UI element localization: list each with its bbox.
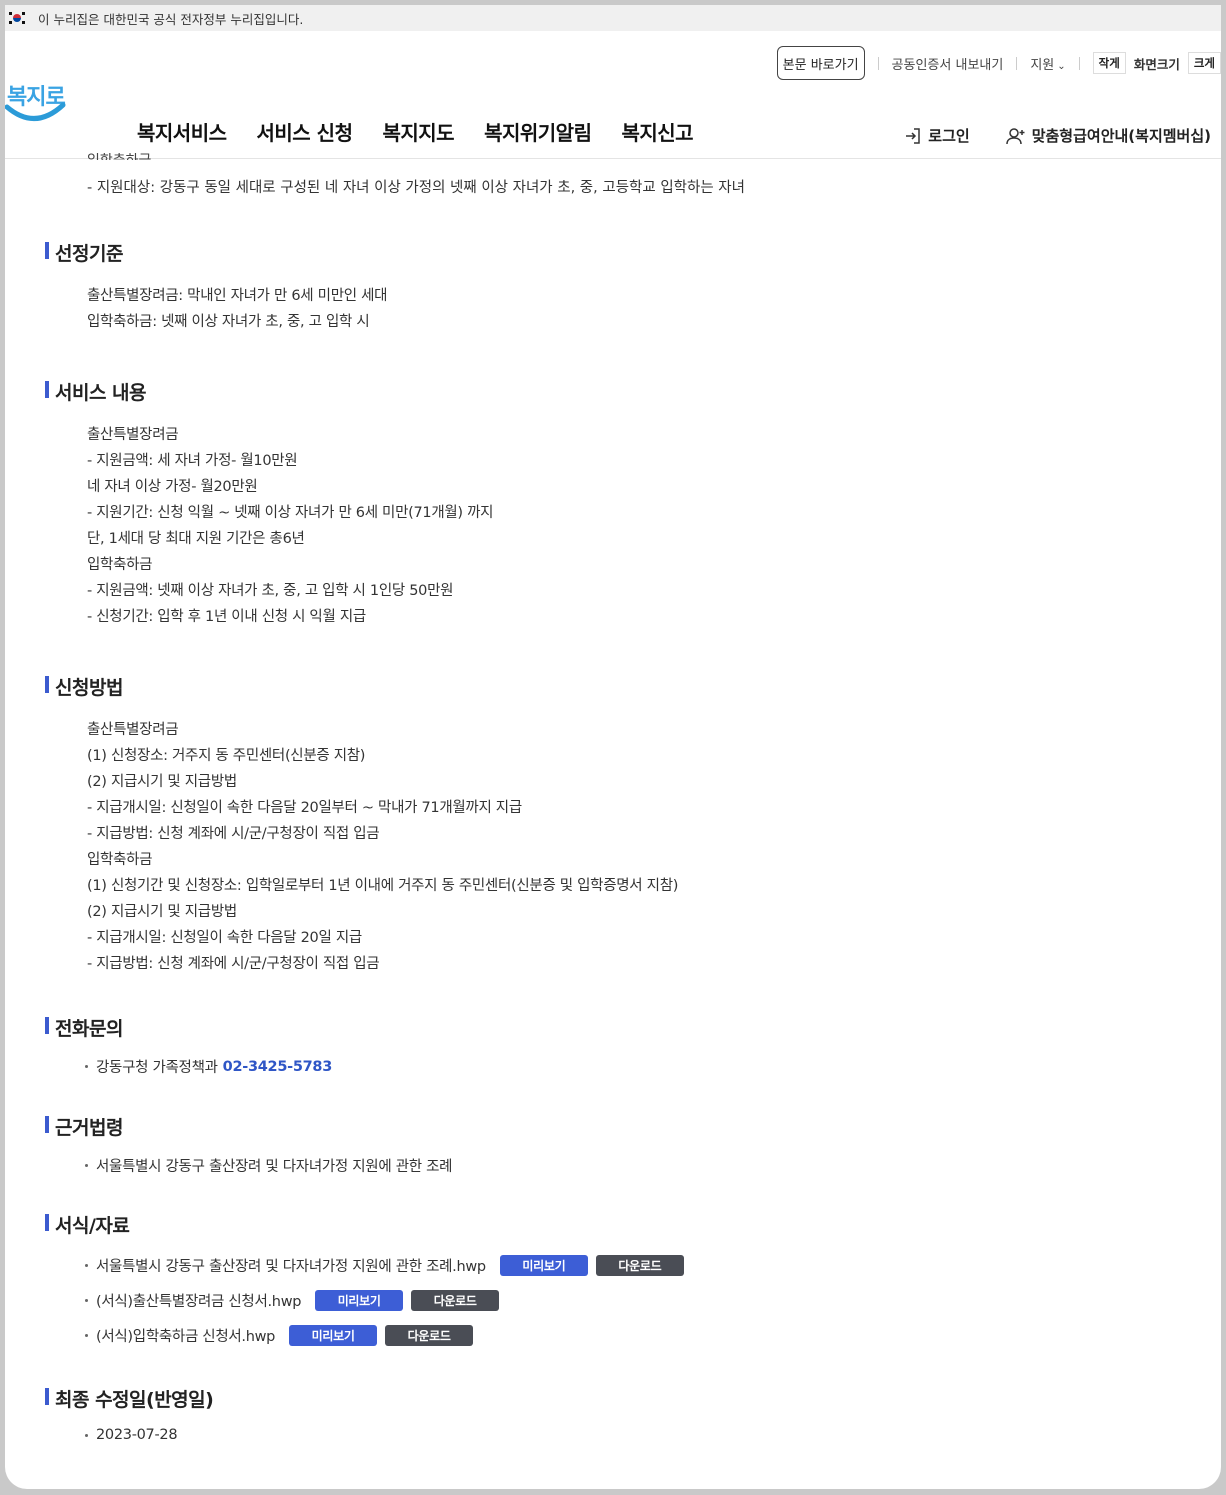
- phone-org: 강동구청 가족정책과: [96, 1060, 218, 1076]
- phone-number-link[interactable]: 02-3425-5783: [223, 1059, 333, 1075]
- login-label: 로그인: [928, 127, 970, 145]
- text-line: 입학축하금: [87, 852, 153, 868]
- text-line: - 지급개시일: 신청일이 속한 다음달 20일 지급: [87, 930, 362, 946]
- nav-welfare-services[interactable]: 복지서비스: [137, 117, 227, 146]
- add-user-icon: [1005, 127, 1025, 144]
- text-line: 출산특별장려금: [87, 722, 179, 738]
- text-line: (1) 신청장소: 거주지 동 주민센터(신분증 지참): [87, 748, 366, 764]
- header-actions: 로그인 맞춤형급여안내(복지멤버십): [904, 125, 1211, 146]
- preview-button[interactable]: 미리보기: [289, 1324, 378, 1346]
- section-forms: 서식/자료 서울특별시 강동구 출산장려 및 다자녀가정 지원에 관한 조례.h…: [45, 1211, 1221, 1346]
- support-menu[interactable]: 지원 ⌄: [1030, 54, 1065, 73]
- bullet: [85, 1333, 88, 1337]
- section-title: 전화문의: [45, 1014, 1221, 1041]
- file-name: 서울특별시 강동구 출산장려 및 다자녀가정 지원에 관한 조례.hwp: [96, 1258, 486, 1275]
- text-line: 단, 1세대 당 최대 지원 기간은 총6년: [87, 531, 305, 547]
- chevron-down-icon: ⌄: [1057, 60, 1066, 72]
- text-line: 출산특별장려금: 막내인 자녀가 만 6세 미만인 세대: [87, 288, 388, 304]
- download-button[interactable]: 다운로드: [595, 1254, 684, 1276]
- text-line: 출산특별장려금: [87, 427, 179, 443]
- text-line: - 지급방법: 신청 계좌에 시/군/구청장이 직접 입금: [87, 956, 380, 972]
- bullet: [85, 1263, 88, 1267]
- site-logo[interactable]: 복지로: [5, 79, 67, 135]
- section-title: 신청방법: [45, 673, 1221, 700]
- divider: [877, 56, 879, 70]
- zoom-bigger-button[interactable]: 크게: [1187, 52, 1221, 74]
- nav-welfare-report[interactable]: 복지신고: [621, 117, 693, 146]
- list-item: 2023-07-28: [85, 1427, 1221, 1443]
- text-line: (2) 지급시기 및 지급방법: [87, 904, 237, 920]
- zoom-label: 화면크기: [1133, 56, 1180, 72]
- zoom-smaller-button[interactable]: 작게: [1092, 52, 1126, 74]
- section-phone: 전화문의 강동구청 가족정책과 02-3425-5783: [45, 1014, 1221, 1077]
- download-button[interactable]: 다운로드: [385, 1324, 474, 1346]
- login-link[interactable]: 로그인: [904, 125, 970, 146]
- gov-banner-text: 이 누리집은 대한민국 공식 전자정부 누리집입니다.: [38, 11, 304, 27]
- site-header: 본문 바로가기 공동인증서 내보내기 지원 ⌄ 작게 화면크기 크게 복지로 복지…: [5, 31, 1221, 159]
- download-button[interactable]: 다운로드: [411, 1289, 500, 1311]
- updated-date: 2023-07-28: [96, 1427, 178, 1443]
- text-line: (1) 신청기간 및 신청장소: 입학일로부터 1년 이내에 거주지 동 주민센…: [87, 878, 679, 894]
- membership-link[interactable]: 맞춤형급여안내(복지멤버십): [1005, 125, 1211, 146]
- login-icon: [906, 127, 921, 144]
- bullet: [85, 1433, 88, 1437]
- section-title: 선정기준: [45, 239, 1221, 266]
- law-name: 서울특별시 강동구 출산장려 및 다자녀가정 지원에 관한 조례: [96, 1159, 453, 1175]
- preview-button[interactable]: 미리보기: [315, 1289, 404, 1311]
- file-item: (서식)입학축하금 신청서.hwp 미리보기 다운로드: [85, 1324, 1221, 1346]
- support-label: 지원: [1030, 57, 1055, 73]
- list-item: 서울특별시 강동구 출산장려 및 다자녀가정 지원에 관한 조례: [85, 1155, 1221, 1176]
- file-name: (서식)입학축하금 신청서.hwp: [96, 1328, 276, 1345]
- membership-label: 맞춤형급여안내(복지멤버십): [1031, 127, 1211, 145]
- preview-button[interactable]: 미리보기: [499, 1254, 588, 1276]
- korea-flag-icon: [9, 12, 25, 24]
- nav-crisis-alert[interactable]: 복지위기알림: [484, 117, 592, 146]
- browser-page: 이 누리집은 대한민국 공식 전자정부 누리집입니다. 본문 바로가기 공동인증…: [5, 5, 1221, 1489]
- skip-to-content-link[interactable]: 본문 바로가기: [776, 46, 865, 80]
- cert-export-link[interactable]: 공동인증서 내보내기: [892, 54, 1004, 73]
- nav-service-apply[interactable]: 서비스 신청: [257, 117, 353, 146]
- section-title: 서식/자료: [45, 1211, 1221, 1238]
- main-nav: 복지서비스 서비스 신청 복지지도 복지위기알림 복지신고: [137, 117, 694, 146]
- nav-welfare-map[interactable]: 복지지도: [382, 117, 454, 146]
- file-item: 서울특별시 강동구 출산장려 및 다자녀가정 지원에 관한 조례.hwp 미리보…: [85, 1254, 1221, 1276]
- text-line: 입학축하금: 넷째 이상 자녀가 초, 중, 고 입학 시: [87, 314, 370, 330]
- clipped-line: 입학축하금: [87, 150, 151, 160]
- bullet: [85, 1164, 88, 1167]
- file-name: (서식)출산특별장려금 신청서.hwp: [96, 1293, 302, 1310]
- support-target-text: - 지원대상: 강동구 동일 세대로 구성된 네 자녀 이상 가정의 넷째 이상…: [87, 180, 745, 196]
- text-line: - 지원금액: 넷째 이상 자녀가 초, 중, 고 입학 시 1인당 50만원: [87, 583, 454, 599]
- section-title: 근거법령: [45, 1113, 1221, 1140]
- gov-banner: 이 누리집은 대한민국 공식 전자정부 누리집입니다.: [5, 5, 1221, 31]
- text-line: - 지급개시일: 신청일이 속한 다음달 20일부터 ~ 막내가 71개월까지 …: [87, 800, 522, 816]
- section-criteria: 선정기준 출산특별장려금: 막내인 자녀가 만 6세 미만인 세대 입학축하금:…: [45, 239, 1221, 335]
- list-item: 강동구청 가족정책과 02-3425-5783: [85, 1056, 1221, 1077]
- utility-bar: 본문 바로가기 공동인증서 내보내기 지원 ⌄ 작게 화면크기 크게: [776, 45, 1221, 81]
- text-line: - 지원금액: 세 자녀 가정- 월10만원: [87, 453, 298, 469]
- section-service-content: 서비스 내용 출산특별장려금 - 지원금액: 세 자녀 가정- 월10만원 네 …: [45, 378, 1221, 630]
- section-updated: 최종 수정일(반영일) 2023-07-28: [45, 1385, 1221, 1443]
- bullet: [85, 1065, 88, 1068]
- text-line: - 신청기간: 입학 후 1년 이내 신청 시 익월 지급: [87, 609, 366, 625]
- logo-smile-icon: [5, 102, 66, 121]
- file-item: (서식)출산특별장려금 신청서.hwp 미리보기 다운로드: [85, 1289, 1221, 1311]
- text-line: - 지원기간: 신청 익월 ~ 넷째 이상 자녀가 만 6세 미만(71개월) …: [87, 505, 494, 521]
- section-title: 최종 수정일(반영일): [45, 1385, 1221, 1412]
- text-line: (2) 지급시기 및 지급방법: [87, 774, 237, 790]
- divider: [1078, 56, 1080, 70]
- section-title: 서비스 내용: [45, 378, 1221, 405]
- text-line: 입학축하금: [87, 557, 153, 573]
- divider: [1016, 56, 1018, 70]
- section-law: 근거법령 서울특별시 강동구 출산장려 및 다자녀가정 지원에 관한 조례: [45, 1113, 1221, 1176]
- bullet: [85, 1298, 88, 1302]
- section-apply-method: 신청방법 출산특별장려금 (1) 신청장소: 거주지 동 주민센터(신분증 지참…: [45, 673, 1221, 977]
- text-line: - 지급방법: 신청 계좌에 시/군/구청장이 직접 입금: [87, 826, 380, 842]
- text-line: 네 자녀 이상 가정- 월20만원: [87, 479, 258, 495]
